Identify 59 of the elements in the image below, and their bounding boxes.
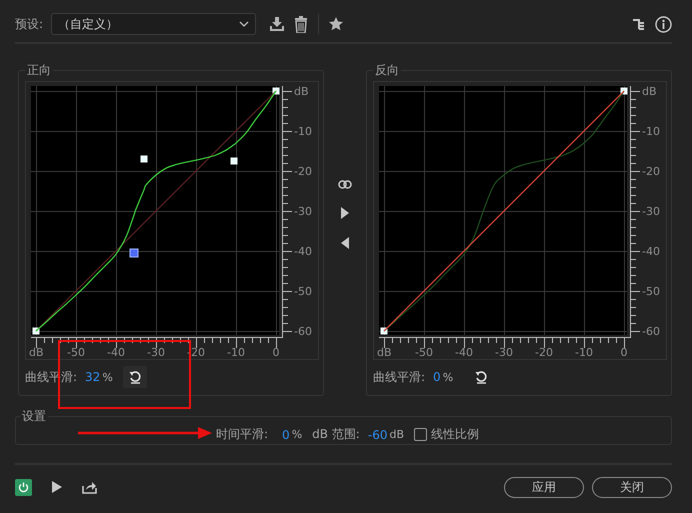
reset-icon — [474, 370, 488, 384]
panel-title: 反向 — [374, 62, 400, 79]
db-range-label: dB 范围: — [312, 426, 360, 443]
reset-button[interactable] — [122, 366, 147, 388]
dialog-button[interactable]: 关闭 — [592, 476, 672, 498]
db-range-value[interactable]: -60 — [368, 428, 388, 442]
y-axis-label: dB — [642, 85, 657, 98]
y-axis-label: -60 — [642, 325, 660, 338]
smoothing-value[interactable]: 32 — [85, 370, 100, 384]
y-axis-label: -60 — [294, 325, 312, 338]
smoothing-value[interactable]: 0 — [433, 370, 441, 384]
y-axis-label: -20 — [294, 165, 312, 178]
settings-title: 设置 — [21, 408, 47, 425]
y-axis-label: -10 — [642, 125, 660, 138]
panel-title: 正向 — [26, 62, 52, 79]
x-axis-label: 0 — [272, 346, 280, 359]
x-axis-label: -50 — [67, 346, 85, 359]
x-axis-label: -50 — [415, 346, 433, 359]
y-axis-label: -50 — [294, 285, 312, 298]
link-icon[interactable] — [338, 180, 352, 189]
db-unit: dB — [389, 428, 404, 441]
star-icon[interactable] — [327, 15, 346, 33]
y-axis-label: -40 — [642, 245, 660, 258]
y-axis-label: dB — [294, 85, 309, 98]
y-axis-label: -50 — [642, 285, 660, 298]
triangle-left-icon[interactable] — [341, 237, 349, 249]
x-axis-label: -20 — [535, 346, 553, 359]
x-axis-label: -10 — [227, 346, 245, 359]
dialog-button[interactable]: 应用 — [504, 476, 584, 498]
time-smoothing-value[interactable]: 0 — [282, 428, 290, 442]
percent-unit: % — [442, 370, 454, 384]
x-axis-label: -30 — [495, 346, 513, 359]
linear-scale-checkbox[interactable] — [414, 428, 427, 441]
triangle-right-icon[interactable] — [341, 207, 349, 219]
x-axis-label: -30 — [147, 346, 165, 359]
y-axis-label: -40 — [294, 245, 312, 258]
x-axis-label: 0 — [620, 346, 628, 359]
preset-dropdown[interactable]: （自定义） — [51, 13, 256, 35]
info-icon[interactable] — [654, 15, 672, 33]
chevron-down-icon — [239, 21, 250, 27]
linear-scale-label: 线性比例 — [431, 426, 479, 443]
percent-unit: % — [292, 428, 302, 441]
x-axis-label: dB — [29, 346, 44, 359]
x-axis-label: -10 — [575, 346, 593, 359]
power-button[interactable] — [15, 478, 32, 496]
preset-label: 预设: — [15, 16, 44, 32]
power-icon — [18, 482, 29, 492]
smoothing-label: 曲线平滑: — [373, 368, 426, 386]
y-axis-label: -30 — [294, 205, 312, 218]
x-axis-label: -40 — [107, 346, 125, 359]
percent-unit: % — [102, 370, 113, 384]
x-axis-label: -40 — [455, 346, 473, 359]
y-axis-label: -20 — [642, 165, 660, 178]
y-axis-label: -30 — [642, 205, 660, 218]
download-icon[interactable] — [268, 15, 286, 33]
x-axis-label: dB — [377, 346, 392, 359]
time-smoothing-label: 时间平滑: — [216, 426, 268, 443]
reset-icon — [128, 370, 142, 384]
y-axis-label: -10 — [294, 125, 312, 138]
